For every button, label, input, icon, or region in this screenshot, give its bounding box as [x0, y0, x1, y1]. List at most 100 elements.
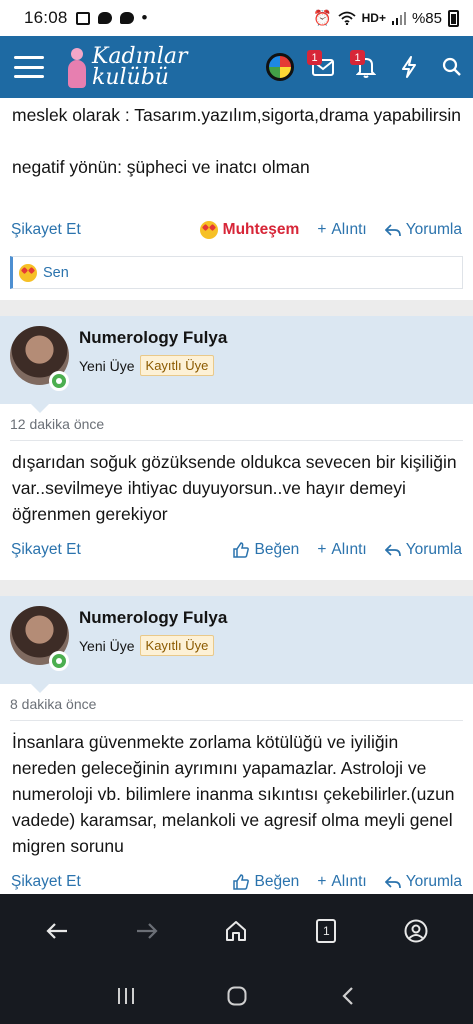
back-button[interactable]: [33, 907, 81, 955]
quote-button[interactable]: + Alıntı: [317, 221, 366, 239]
forward-button[interactable]: [123, 907, 171, 955]
alerts-badge: 1: [350, 50, 365, 65]
like-label: Beğen: [254, 873, 300, 890]
reply-arrow-icon: [384, 875, 401, 888]
post-time[interactable]: 12 dakika önce: [10, 416, 104, 432]
logo-line-2: kulübü: [92, 65, 169, 90]
system-back-button[interactable]: [324, 972, 372, 1020]
post-text-line: negatif yönün: şüpheci ve inatcı olman: [12, 157, 310, 177]
thumbs-up-icon: [233, 542, 250, 558]
like-label: Beğen: [254, 541, 300, 558]
reaction-button[interactable]: Muhteşem: [199, 221, 300, 239]
tabs-button[interactable]: 1: [302, 907, 350, 955]
logo-line-1: Kadınlar: [92, 44, 188, 69]
recents-button[interactable]: [102, 972, 150, 1020]
logo-figure-icon: [66, 44, 88, 90]
post-body: dışarıdan soğuk gözüksende oldukca sevec…: [12, 452, 457, 524]
reply-button[interactable]: Yorumla: [384, 873, 462, 891]
quote-button[interactable]: + Alıntı: [317, 873, 366, 891]
post-actions: Şikayet Et Beğen + Alıntı Yorumla: [0, 538, 473, 562]
report-link[interactable]: Şikayet Et: [11, 221, 81, 239]
plus-icon: +: [317, 541, 327, 558]
wifi-icon: [338, 11, 356, 25]
reactions-summary[interactable]: Sen: [10, 256, 463, 289]
status-bar: 16:08 • ⏰ HD+ %85: [0, 0, 473, 36]
back-arrow-icon: [46, 923, 67, 939]
post-card: meslek olarak : Tasarım.yazılım,sigorta,…: [0, 98, 473, 300]
profile-button[interactable]: [392, 907, 440, 955]
post-body: meslek olarak : Tasarım.yazılım,sigorta,…: [0, 102, 473, 180]
battery-percent: %85: [411, 9, 442, 27]
post-card: Numerology Fulya Yeni Üye Kayıtlı Üye 12…: [0, 316, 473, 580]
menu-icon[interactable]: [14, 56, 44, 78]
search-icon: [442, 57, 461, 76]
quote-label: Alıntı: [331, 221, 367, 238]
divider: [10, 440, 463, 441]
thumbs-up-icon: [233, 874, 250, 890]
header-pointer: [31, 404, 49, 413]
post-author-header: Numerology Fulya Yeni Üye Kayıtlı Üye: [0, 596, 473, 684]
post-feed: meslek olarak : Tasarım.yazılım,sigorta,…: [0, 98, 473, 894]
star-eyes-emoji-icon: [199, 221, 218, 239]
author-title: Yeni Üye: [79, 357, 135, 374]
header-pointer: [31, 684, 49, 693]
reaction-label: Muhteşem: [222, 221, 300, 238]
app-header: Kadınlar kulübü 1 1: [0, 36, 473, 98]
site-logo[interactable]: Kadınlar kulübü: [66, 44, 188, 90]
system-home-button[interactable]: [213, 972, 261, 1020]
profile-icon: [404, 919, 428, 943]
chevron-left-icon: [341, 987, 353, 1005]
plus-icon: +: [317, 221, 327, 238]
network-type: HD+: [361, 11, 386, 25]
like-button[interactable]: Beğen: [233, 873, 299, 891]
reply-label: Yorumla: [405, 873, 462, 890]
more-dot-icon: •: [141, 8, 148, 27]
quote-label: Alıntı: [331, 873, 367, 890]
forward-arrow-icon: [136, 923, 158, 939]
home-icon: [226, 921, 247, 941]
status-time: 16:08: [24, 8, 68, 27]
account-avatar-button[interactable]: [258, 36, 301, 98]
reply-arrow-icon: [384, 223, 401, 236]
report-link[interactable]: Şikayet Et: [11, 873, 81, 891]
home-button[interactable]: [212, 907, 260, 955]
bolt-icon: [401, 56, 416, 78]
reply-label: Yorumla: [405, 221, 462, 238]
author-name[interactable]: Numerology Fulya: [79, 608, 227, 628]
alerts-button[interactable]: 1: [344, 36, 387, 98]
role-badge: Kayıtlı Üye: [139, 355, 215, 376]
chat-notification-icon-2: [119, 12, 134, 24]
report-link[interactable]: Şikayet Et: [11, 541, 81, 559]
reply-arrow-icon: [384, 543, 401, 556]
tab-count: 1: [322, 924, 330, 938]
tabs-icon: 1: [316, 919, 337, 943]
quote-label: Alıntı: [331, 541, 367, 558]
author-name[interactable]: Numerology Fulya: [79, 328, 227, 348]
like-button[interactable]: Beğen: [233, 541, 299, 559]
whats-new-button[interactable]: [387, 36, 430, 98]
post-body: İnsanlara güvenmekte zorlama kötülüğü ve…: [12, 732, 455, 856]
online-status-icon: [49, 651, 69, 671]
user-avatar-icon: [265, 53, 294, 81]
browser-toolbar: 1: [0, 894, 473, 968]
alarm-icon: ⏰: [312, 10, 332, 27]
online-status-icon: [49, 371, 69, 391]
recents-icon: [117, 988, 134, 1004]
role-badge: Kayıtlı Üye: [139, 635, 215, 656]
reply-button[interactable]: Yorumla: [384, 541, 462, 559]
system-nav-bar: [0, 968, 473, 1024]
post-actions: Şikayet Et Beğen + Alıntı Yorumla: [0, 870, 473, 894]
reply-button[interactable]: Yorumla: [384, 221, 462, 239]
search-button[interactable]: [430, 36, 473, 98]
reply-label: Yorumla: [405, 541, 462, 558]
reacted-by: Sen: [43, 264, 69, 281]
inbox-button[interactable]: 1: [301, 36, 344, 98]
author-title: Yeni Üye: [79, 637, 135, 654]
chat-notification-icon: [97, 12, 112, 24]
plus-icon: +: [317, 873, 327, 890]
post-text-line: meslek olarak : Tasarım.yazılım,sigorta,…: [12, 105, 462, 125]
post-time[interactable]: 8 dakika önce: [10, 696, 96, 712]
post-author-header: Numerology Fulya Yeni Üye Kayıtlı Üye: [0, 316, 473, 404]
quote-button[interactable]: + Alıntı: [317, 541, 366, 559]
star-eyes-emoji-icon: [19, 263, 37, 282]
